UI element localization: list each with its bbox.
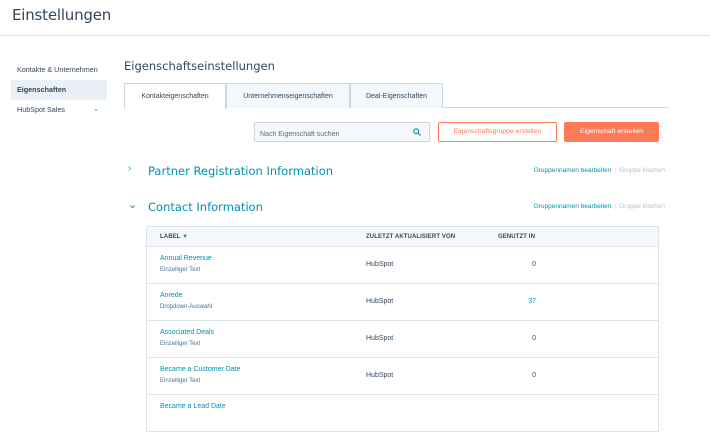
- tab-deal-properties[interactable]: Deal-Eigenschaften: [350, 83, 443, 108]
- updated-by: HubSpot: [366, 335, 394, 342]
- chevron-down-icon[interactable]: ⌄: [128, 198, 137, 211]
- table-row: Associated Deals Einzeiliger Text HubSpo…: [146, 321, 659, 358]
- divider: |: [614, 167, 617, 174]
- sidebar-item-contacts-companies[interactable]: Kontakte & Unternehmen: [11, 60, 107, 80]
- column-header-label[interactable]: LABEL ▼: [160, 227, 188, 248]
- used-in-count: 0: [532, 372, 536, 379]
- edit-group-name-link[interactable]: Gruppennamen bearbeiten: [534, 167, 612, 174]
- used-in-count: 0: [532, 261, 536, 268]
- column-header-updated-by[interactable]: ZULETZT AKTUALISIERT VON: [366, 227, 455, 248]
- property-name-link[interactable]: Anrede: [160, 292, 183, 299]
- table-header: LABEL ▼ ZULETZT AKTUALISIERT VON GENUTZT…: [146, 226, 659, 247]
- settings-sidebar: Kontakte & Unternehmen Eigenschaften Hub…: [11, 60, 107, 120]
- sort-down-icon: ▼: [182, 234, 189, 240]
- sidebar-item-label: Kontakte & Unternehmen: [17, 65, 98, 74]
- property-name-link[interactable]: Annual Revenue: [160, 255, 212, 262]
- delete-group-link[interactable]: Gruppe löschen: [619, 167, 665, 174]
- table-row: Annual Revenue Einzeiliger Text HubSpot …: [146, 247, 659, 284]
- property-type: Einzeiliger Text: [160, 267, 201, 273]
- property-name-link[interactable]: Associated Deals: [160, 329, 214, 336]
- sidebar-item-hubspot-sales[interactable]: HubSpot Sales ⌄: [11, 100, 107, 120]
- main-content: Eigenschaftseinstellungen Kontakteigensc…: [124, 56, 670, 432]
- section-title: Eigenschaftseinstellungen: [124, 59, 275, 73]
- sidebar-item-label: HubSpot Sales: [17, 105, 65, 114]
- group-actions: Gruppennamen bearbeiten | Gruppe löschen: [534, 203, 665, 210]
- table-row: Became a Lead Date: [146, 395, 659, 432]
- group-name[interactable]: Partner Registration Information: [148, 161, 333, 181]
- group-name[interactable]: Contact Information: [148, 197, 263, 217]
- tab-company-properties[interactable]: Unternehmenseigenschaften: [226, 83, 350, 108]
- column-header-used-in[interactable]: GENUTZT IN: [498, 227, 535, 248]
- page-header: Einstellungen: [0, 0, 710, 36]
- table-row: Became a Customer Date Einzeiliger Text …: [146, 358, 659, 395]
- property-type: Einzeiliger Text: [160, 378, 201, 384]
- search-icon[interactable]: [413, 128, 421, 136]
- header-text: LABEL: [160, 234, 181, 240]
- search-input[interactable]: [255, 125, 405, 144]
- tab-label: Unternehmenseigenschaften: [243, 93, 333, 100]
- property-group-contact-information: ⌄ Contact Information Gruppennamen bearb…: [128, 197, 665, 217]
- property-type: Einzeiliger Text: [160, 341, 201, 347]
- tab-contact-properties[interactable]: Kontakteigenschaften: [124, 83, 226, 109]
- chevron-down-icon: ⌄: [93, 106, 99, 113]
- tab-label: Deal-Eigenschaften: [365, 93, 428, 100]
- create-property-group-button[interactable]: Eigenschaftsgruppe erstellen: [438, 122, 557, 142]
- edit-group-name-link[interactable]: Gruppennamen bearbeiten: [534, 203, 612, 210]
- properties-table: LABEL ▼ ZULETZT AKTUALISIERT VON GENUTZT…: [146, 226, 659, 432]
- sidebar-item-label: Eigenschaften: [17, 85, 67, 94]
- property-group-partner-registration: › Partner Registration Information Grupp…: [128, 161, 665, 181]
- property-name-link[interactable]: Became a Customer Date: [160, 366, 241, 373]
- delete-group-link[interactable]: Gruppe löschen: [619, 203, 665, 210]
- table-row: Anrede Dropdown-Auswahl HubSpot 37: [146, 284, 659, 321]
- sidebar-item-properties[interactable]: Eigenschaften: [11, 80, 107, 100]
- used-in-count: 0: [532, 335, 536, 342]
- page-title: Einstellungen: [12, 6, 112, 24]
- used-in-count-link[interactable]: 37: [496, 298, 536, 305]
- updated-by: HubSpot: [366, 372, 394, 379]
- updated-by: HubSpot: [366, 261, 394, 268]
- property-tabs: Kontakteigenschaften Unternehmenseigensc…: [124, 83, 669, 109]
- chevron-right-icon[interactable]: ›: [128, 163, 131, 174]
- group-actions: Gruppennamen bearbeiten | Gruppe löschen: [534, 167, 665, 174]
- create-property-button[interactable]: Eigenschaft erstellen: [564, 122, 659, 142]
- divider: |: [614, 203, 617, 210]
- updated-by: HubSpot: [366, 298, 394, 305]
- property-search: [254, 122, 430, 144]
- tab-label: Kontakteigenschaften: [141, 93, 209, 100]
- property-name-link[interactable]: Became a Lead Date: [160, 403, 226, 410]
- property-type: Dropdown-Auswahl: [160, 304, 213, 310]
